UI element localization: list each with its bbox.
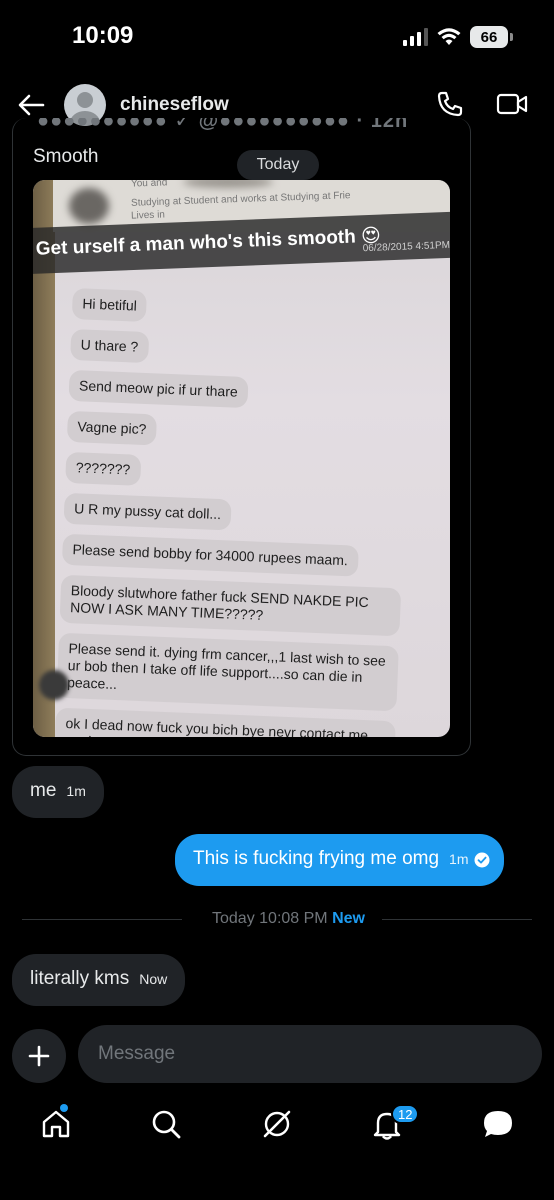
photo-message: ok I dead now fuck you bich bye nevr con… (54, 707, 396, 737)
quoted-post-author-cutoff: ●●●●●●●●●● ✓ @●●●●●●●●●● · 12h (37, 118, 409, 132)
blurred-name (183, 180, 273, 188)
photo-caption: Get urself a man who's this smooth 😍 (35, 225, 382, 260)
unread-divider: Today 10:08 PM New (22, 908, 532, 930)
search-icon[interactable] (148, 1106, 184, 1142)
phone-icon[interactable] (436, 90, 464, 118)
plus-icon (28, 1045, 50, 1067)
message-text: This is fucking frying me omg (193, 848, 440, 869)
signal-icon (403, 28, 428, 46)
photo-message: Please send it. dying frm cancer,,,1 las… (56, 632, 399, 712)
photo-message: U R my pussy cat doll... (63, 492, 232, 531)
status-icons: 66 (402, 26, 513, 48)
photo-message-list: Hi betiful U thare ? Send meow pic if ur… (54, 288, 450, 737)
divider-timestamp: Today 10:08 PM (212, 910, 328, 927)
photo-timestamp: 06/28/2015 4:51PM (362, 239, 450, 255)
photo-profile-line-2: Studying at Student and works at Studyin… (130, 190, 351, 209)
message-outgoing[interactable]: This is fucking frying me omg 1m (175, 834, 505, 886)
battery-indicator: 66 (470, 26, 513, 48)
wifi-icon (437, 28, 461, 45)
message-text: literally kms (30, 968, 130, 989)
message-input[interactable] (78, 1025, 542, 1083)
message-text: me (30, 780, 57, 801)
status-time: 10:09 (72, 22, 134, 49)
photo-profile-line-3: Lives in (130, 209, 166, 222)
divider-label: Today 10:08 PM New (212, 910, 365, 928)
blurred-profile-picture (69, 188, 109, 224)
date-pill: Today (237, 150, 319, 180)
quoted-post-text: Smooth (33, 146, 99, 167)
status-bar: 10:09 66 (0, 0, 554, 72)
grok-icon[interactable] (259, 1106, 295, 1142)
divider-line-left (22, 919, 182, 920)
back-arrow-icon[interactable] (16, 90, 46, 120)
add-attachment-button[interactable] (12, 1029, 66, 1083)
message-time: Now (139, 971, 168, 987)
home-icon[interactable] (38, 1106, 74, 1142)
photo-message: Send meow pic if ur thare (68, 369, 249, 409)
notifications-badge: 12 (391, 1104, 420, 1124)
photo-message: Vagne pic? (66, 410, 158, 446)
contact-name[interactable]: chineseflow (120, 94, 229, 116)
photo-message: Please send bobby for 34000 rupees maam. (61, 533, 359, 577)
photo-message: Hi betiful (71, 288, 148, 322)
photo-profile-line-1: You and (130, 180, 168, 190)
photo-sender-avatar (39, 670, 69, 700)
photo-message: U thare ? (70, 328, 149, 364)
message-incoming[interactable]: me 1m (12, 766, 104, 818)
message-incoming[interactable]: literally kms Now (12, 954, 186, 1006)
read-receipt-icon (474, 852, 490, 868)
home-unread-dot (60, 1104, 68, 1112)
divider-line-right (382, 919, 532, 920)
messages-icon[interactable] (480, 1106, 516, 1142)
message-time: 1m (449, 851, 469, 867)
video-call-icon[interactable] (496, 92, 528, 116)
photo-message: ??????? (65, 451, 141, 486)
photo-message: Bloody slutwhore father fuck SEND NAKDE … (59, 574, 402, 637)
quoted-post-photo[interactable]: You and Studying at Student and works at… (33, 180, 450, 737)
message-time: 1m (66, 783, 86, 799)
new-label: New (332, 910, 365, 927)
bottom-navigation: 12 (0, 1096, 554, 1156)
